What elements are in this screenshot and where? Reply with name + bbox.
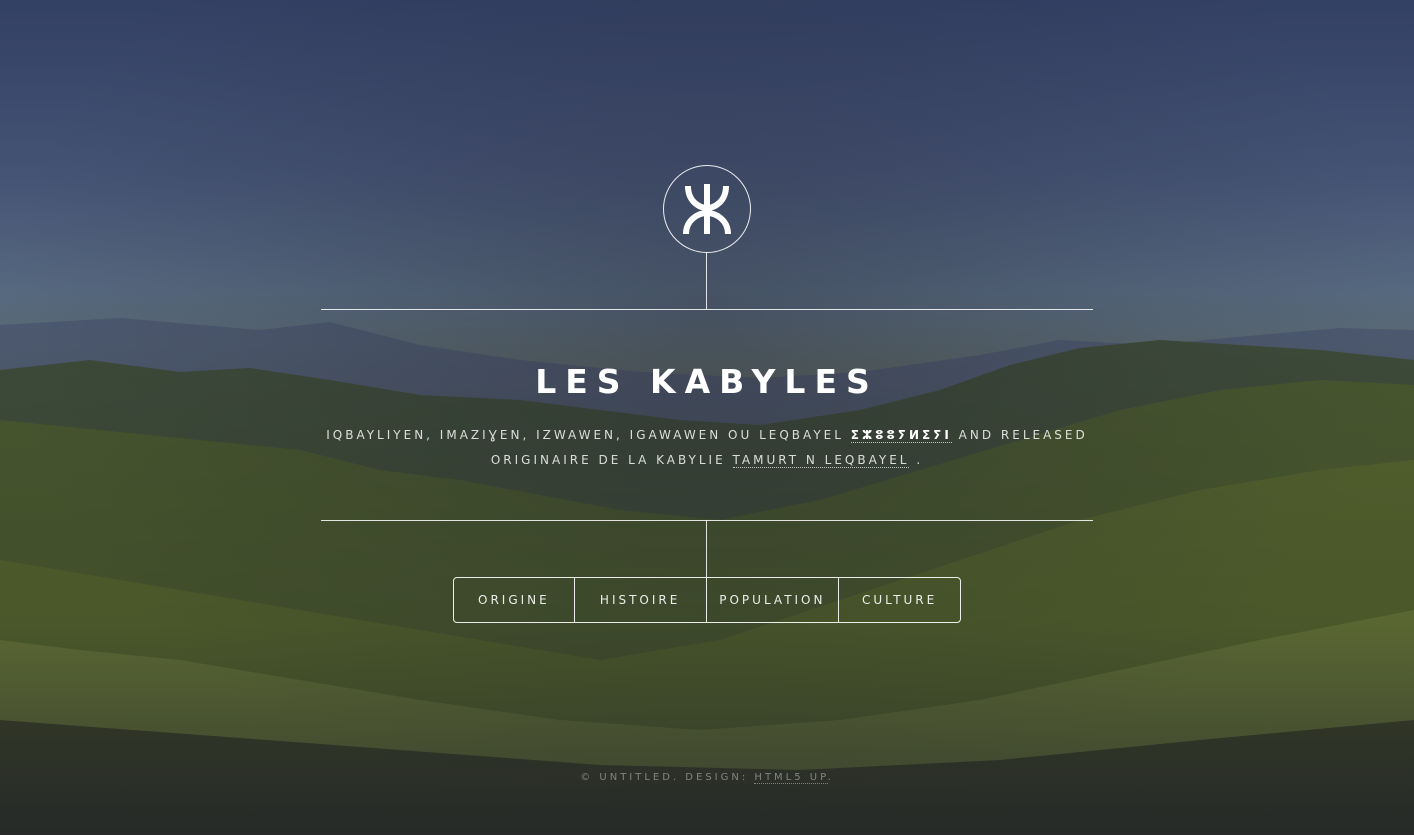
footer: © Untitled. Design: HTML5 UP. xyxy=(0,772,1414,784)
page-subtitle: Iqbayliyen, Imaziɣen, Izwawen, Igawawen … xyxy=(321,423,1093,473)
subtitle-end: . xyxy=(916,453,924,467)
footer-copyright: © Untitled. Design: xyxy=(580,772,749,783)
background-overlay xyxy=(0,0,1414,835)
top-divider xyxy=(321,309,1093,310)
nav-item-histoire[interactable]: Histoire xyxy=(573,578,706,622)
subtitle-text-2: and released xyxy=(958,428,1088,442)
nav-connector-line xyxy=(706,520,707,577)
logo-connector-line xyxy=(706,252,707,309)
subtitle-text-3: originaire de la Kabylie xyxy=(490,453,726,467)
nav-item-population[interactable]: Population xyxy=(705,578,839,622)
bottom-divider xyxy=(321,520,1093,521)
nav-item-culture[interactable]: Culture xyxy=(838,578,960,622)
page: Les Kabyles Iqbayliyen, Imaziɣen, Izwawe… xyxy=(0,0,1414,835)
footer-end: . xyxy=(827,772,834,783)
subtitle-region-link[interactable]: Tamurt n Leqbayel xyxy=(732,453,910,468)
yaz-tifinagh-icon xyxy=(683,184,731,235)
subtitle-tifinagh-link[interactable]: ⵉⵣⵓⵓⵢⵍⵉⵢⵏ xyxy=(850,428,952,443)
main-nav: Origine Histoire Population Culture xyxy=(453,577,961,623)
logo-circle xyxy=(663,165,751,253)
footer-design-link[interactable]: HTML5 UP xyxy=(754,772,828,784)
subtitle-text-1: Iqbayliyen, Imaziɣen, Izwawen, Igawawen … xyxy=(326,428,844,442)
page-title: Les Kabyles xyxy=(535,362,879,401)
nav-item-origine[interactable]: Origine xyxy=(454,578,574,622)
